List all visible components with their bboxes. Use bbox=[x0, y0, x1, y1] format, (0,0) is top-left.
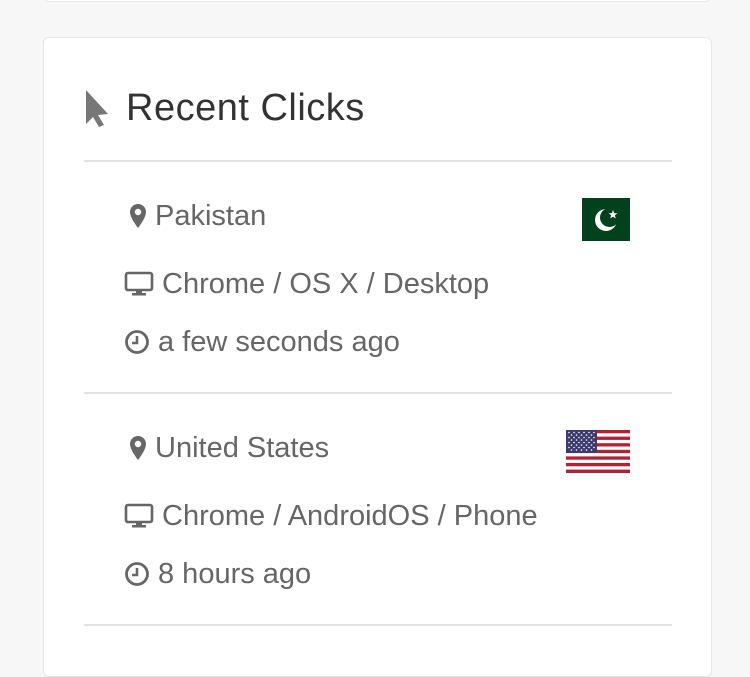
device-row: Chrome / OS X / Desktop bbox=[124, 264, 489, 304]
pakistan-flag bbox=[582, 198, 630, 246]
map-marker-icon bbox=[129, 435, 147, 461]
desktop-icon bbox=[124, 271, 154, 297]
list-item: Pakistan Chrome / OS X / Desktop a few s… bbox=[84, 162, 672, 394]
desktop-icon bbox=[124, 503, 154, 529]
device-row: Chrome / AndroidOS / Phone bbox=[124, 496, 538, 536]
clock-icon bbox=[124, 329, 150, 355]
card-header: Recent Clicks bbox=[84, 84, 365, 132]
device-info: Chrome / AndroidOS / Phone bbox=[162, 499, 538, 532]
location-row: United States bbox=[129, 428, 329, 468]
time-row: a few seconds ago bbox=[124, 322, 400, 362]
time-ago: a few seconds ago bbox=[158, 325, 400, 358]
cursor-pointer-icon bbox=[84, 87, 112, 129]
recent-clicks-card: Recent Clicks Pakistan Chrome / OS X / D… bbox=[43, 37, 712, 677]
clock-icon bbox=[124, 561, 150, 587]
us-flag bbox=[566, 430, 630, 478]
list-item: United States Chrome / AndroidOS / Phone… bbox=[84, 394, 672, 626]
previous-card bbox=[43, 0, 711, 2]
map-marker-icon bbox=[129, 203, 147, 229]
card-title: Recent Clicks bbox=[126, 86, 365, 129]
divider bbox=[84, 624, 672, 626]
country-name: Pakistan bbox=[155, 199, 267, 232]
time-ago: 8 hours ago bbox=[158, 557, 312, 590]
device-info: Chrome / OS X / Desktop bbox=[162, 267, 490, 300]
location-row: Pakistan bbox=[129, 196, 266, 236]
country-name: United States bbox=[155, 431, 330, 464]
time-row: 8 hours ago bbox=[124, 554, 311, 594]
